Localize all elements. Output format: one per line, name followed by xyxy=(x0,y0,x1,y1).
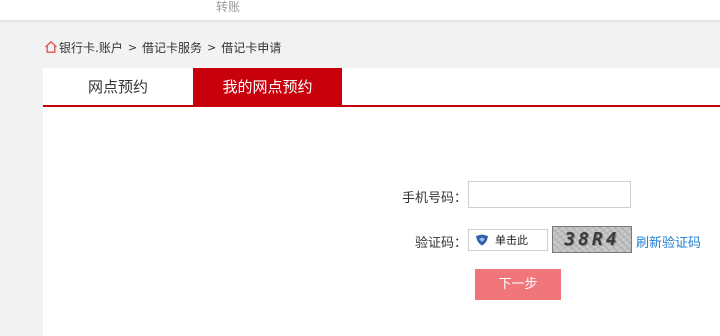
tab-my-branch-appointment[interactable]: 我的网点预约 xyxy=(193,68,342,105)
tab-branch-appointment[interactable]: 网点预约 xyxy=(43,68,193,105)
captcha-input[interactable]: 单击此 xyxy=(468,229,548,251)
captcha-image-text: 38R4 xyxy=(564,229,620,250)
breadcrumb-item-debit-service[interactable]: 借记卡服务 xyxy=(142,39,202,56)
tab-bar: 网点预约 我的网点预约 xyxy=(43,68,720,107)
breadcrumb-separator: > xyxy=(207,40,217,54)
shield-icon xyxy=(476,234,488,246)
breadcrumb-separator: > xyxy=(127,40,138,54)
home-icon[interactable] xyxy=(44,40,58,54)
breadcrumb-item-card-account[interactable]: 银行卡.账户 xyxy=(59,39,123,56)
captcha-label: 验证码： xyxy=(414,236,467,251)
phone-label: 手机号码： xyxy=(401,191,467,206)
phone-input[interactable] xyxy=(468,181,631,208)
breadcrumb-item-debit-apply: 借记卡申请 xyxy=(221,40,282,55)
next-step-button[interactable]: 下一步 xyxy=(475,269,561,300)
nav-item-transfer[interactable]: 转账 xyxy=(216,0,240,15)
main-panel: 网点预约 我的网点预约 手机号码： 验证码： 单击此 38R4 刷新验证码 下一… xyxy=(43,68,720,336)
captcha-input-text: 单击此 xyxy=(495,234,528,247)
captcha-image[interactable]: 38R4 xyxy=(552,226,632,253)
top-nav-bar: 转账 xyxy=(0,0,720,21)
breadcrumb: 银行卡.账户 > 借记卡服务 > 借记卡申请 xyxy=(44,39,281,55)
refresh-captcha-link[interactable]: 刷新验证码 xyxy=(636,232,701,251)
